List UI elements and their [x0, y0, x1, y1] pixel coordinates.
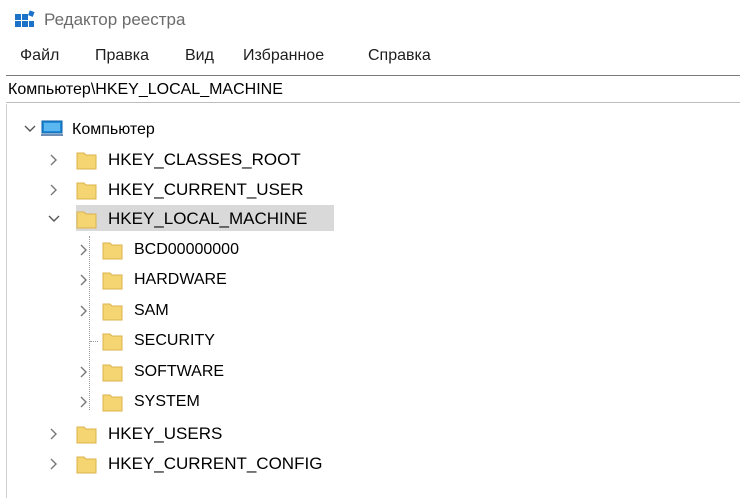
folder-icon [102, 333, 123, 351]
chevron-down-icon[interactable] [48, 205, 60, 233]
chevron-right-icon[interactable] [78, 297, 90, 325]
folder-icon [76, 152, 97, 170]
window-title: Редактор реестра [44, 10, 186, 29]
chevron-right-icon[interactable] [78, 236, 90, 264]
folder-icon [102, 364, 123, 382]
tree-node-hkey-classes-root[interactable]: HKEY_CLASSES_ROOT [46, 146, 346, 174]
chevron-right-icon[interactable] [48, 420, 60, 448]
folder-icon [102, 272, 123, 290]
tree-node-sam[interactable]: SAM [76, 297, 356, 325]
tree-node-label: SAM [134, 302, 169, 319]
tree-node-hkey-users[interactable]: HKEY_USERS [46, 420, 346, 448]
tree-node-label: BCD00000000 [134, 241, 239, 258]
computer-icon [41, 120, 63, 136]
folder-icon [102, 303, 123, 321]
folder-icon [76, 211, 97, 229]
tree-node-security[interactable]: SECURITY [76, 327, 356, 355]
address-bar[interactable]: Компьютер\HKEY_LOCAL_MACHINE [6, 75, 740, 103]
tree-node-label: HKEY_LOCAL_MACHINE [108, 209, 308, 228]
menu-favorites[interactable]: Избранное [243, 46, 324, 66]
tree-node-label: HKEY_CLASSES_ROOT [108, 150, 301, 169]
menu-help[interactable]: Справка [368, 46, 431, 66]
tree-node-label: SYSTEM [134, 393, 200, 410]
chevron-right-icon[interactable] [78, 358, 90, 386]
tree-node-label: HKEY_CURRENT_CONFIG [108, 454, 323, 473]
folder-icon [76, 426, 97, 444]
tree-node-hkey-current-user[interactable]: HKEY_CURRENT_USER [46, 176, 346, 204]
tree-node-computer[interactable]: Компьютер [20, 116, 320, 144]
tree-node-label: SECURITY [134, 332, 215, 349]
tree-node-hardware[interactable]: HARDWARE [76, 266, 356, 294]
tree-node-label: Компьютер [72, 121, 155, 138]
chevron-right-icon[interactable] [78, 388, 90, 416]
folder-icon [76, 456, 97, 474]
chevron-right-icon[interactable] [48, 450, 60, 478]
tree-node-label: HKEY_CURRENT_USER [108, 180, 304, 199]
menu-file[interactable]: Файл [20, 46, 59, 66]
menu-view[interactable]: Вид [185, 46, 214, 66]
tree-node-bcd00000000[interactable]: BCD00000000 [76, 236, 356, 264]
address-path[interactable]: Компьютер\HKEY_LOCAL_MACHINE [8, 80, 283, 100]
menu-edit[interactable]: Правка [95, 46, 149, 66]
tree-node-hkey-current-config[interactable]: HKEY_CURRENT_CONFIG [46, 450, 366, 478]
tree-node-software[interactable]: SOFTWARE [76, 358, 356, 386]
tree-node-label: SOFTWARE [134, 363, 225, 380]
regedit-icon [15, 10, 35, 27]
chevron-right-icon[interactable] [48, 176, 60, 204]
folder-icon [102, 242, 123, 260]
tree-node-label: HARDWARE [134, 271, 227, 288]
folder-icon [102, 394, 123, 412]
chevron-right-icon[interactable] [48, 146, 60, 174]
tree-node-system[interactable]: SYSTEM [76, 388, 356, 416]
tree-node-hkey-local-machine[interactable]: HKEY_LOCAL_MACHINE [46, 205, 346, 233]
chevron-right-icon[interactable] [78, 266, 90, 294]
tree-node-label: HKEY_USERS [108, 424, 223, 443]
title-bar: Редактор реестра [0, 0, 740, 40]
chevron-down-icon[interactable] [24, 116, 36, 144]
menu-bar: Файл Правка Вид Избранное Справка [0, 40, 740, 72]
folder-icon [76, 182, 97, 200]
